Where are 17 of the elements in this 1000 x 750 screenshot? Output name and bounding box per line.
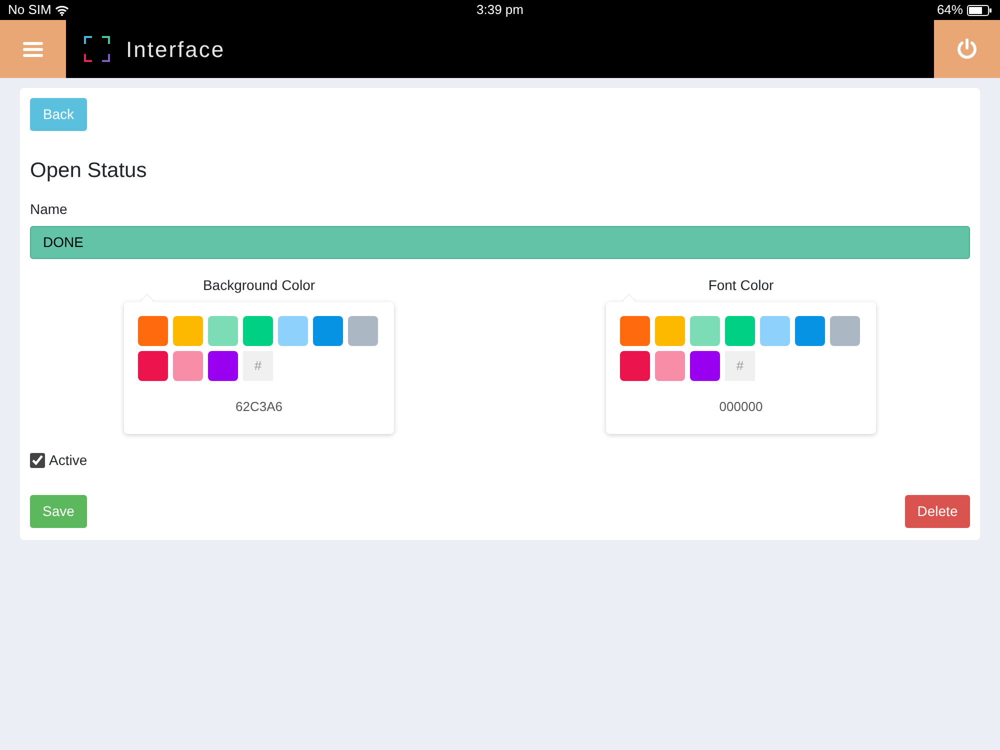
active-label: Active: [49, 451, 88, 470]
delete-button[interactable]: Delete: [905, 495, 970, 528]
picker-label: Background Color: [202, 276, 316, 295]
picker-label: Font Color: [708, 276, 774, 294]
carrier-text: No SIM: [8, 1, 52, 20]
form-heading: Open Status: [30, 158, 148, 184]
app-title: Interface: [126, 36, 226, 64]
clock-text: 3:39 pm: [476, 1, 524, 20]
battery-percent: 64%: [936, 1, 963, 20]
hex-value: 62C3A6: [234, 398, 284, 416]
save-button[interactable]: Save: [30, 495, 87, 528]
name-label: Name: [30, 200, 68, 218]
name-field[interactable]: DONE: [30, 226, 970, 258]
hex-value: 000000: [718, 398, 764, 416]
hex-input-button[interactable]: #: [243, 350, 273, 380]
back-button[interactable]: Back: [30, 98, 87, 131]
hex-input-button[interactable]: #: [725, 350, 755, 380]
